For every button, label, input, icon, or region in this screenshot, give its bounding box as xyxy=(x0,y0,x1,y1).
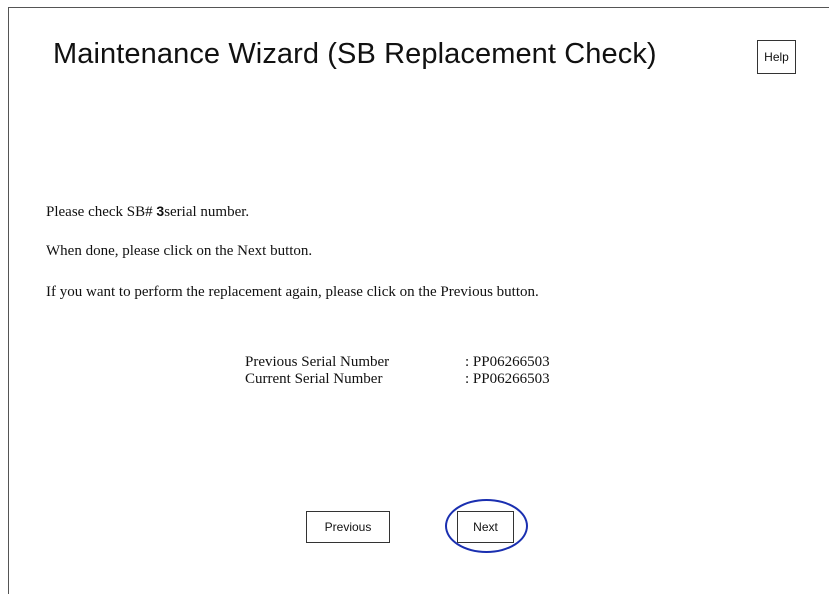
previous-serial-value: : PP06266503 xyxy=(465,354,550,370)
current-serial-label: Current Serial Number xyxy=(245,371,383,387)
next-button[interactable]: Next xyxy=(457,511,514,543)
instruction-line-2: When done, please click on the Next butt… xyxy=(46,243,313,259)
serial-row-current: Current Serial Number : PP06266503 xyxy=(245,371,550,388)
instruction-prefix: Please check SB# xyxy=(46,204,157,220)
previous-button[interactable]: Previous xyxy=(306,511,390,543)
previous-serial-label: Previous Serial Number xyxy=(245,354,390,370)
serial-row-previous: Previous Serial Number : PP06266503 xyxy=(245,354,550,371)
instruction-line-3: If you want to perform the replacement a… xyxy=(46,284,539,300)
page-title: Maintenance Wizard (SB Replacement Check… xyxy=(53,38,657,70)
instruction-suffix: serial number. xyxy=(164,204,250,220)
instruction-line-1: Please check SB# 3serial number. xyxy=(46,203,249,221)
current-serial-value: : PP06266503 xyxy=(465,371,550,387)
serial-number-table: Previous Serial Number : PP06266503 Curr… xyxy=(245,354,550,388)
help-button[interactable]: Help xyxy=(757,40,796,74)
